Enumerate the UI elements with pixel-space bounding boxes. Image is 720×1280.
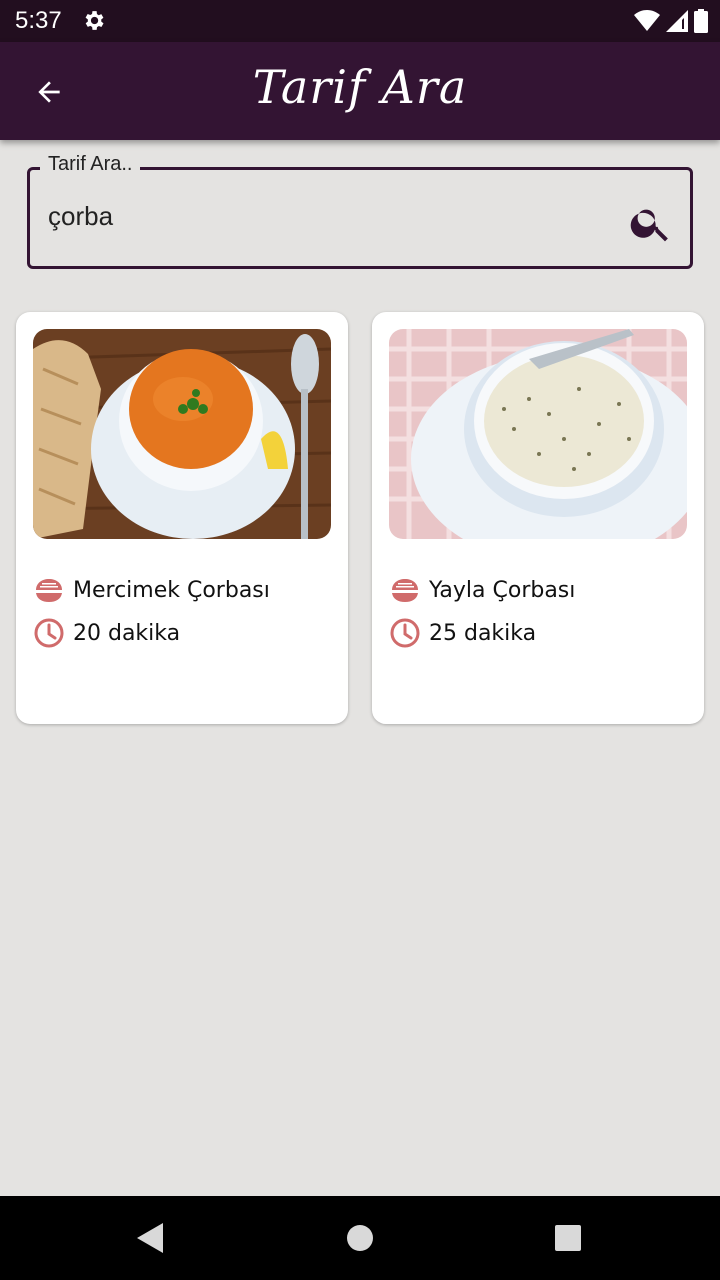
recipe-name: Yayla Çorbası	[429, 577, 576, 603]
recipe-name-row: Mercimek Çorbası	[33, 574, 270, 606]
nav-home-button[interactable]	[340, 1218, 380, 1258]
app-bar: Tarif Ara	[0, 42, 720, 140]
recipe-duration: 20 dakika	[73, 620, 181, 646]
system-nav-bar	[0, 1196, 720, 1280]
search-field-label: Tarif Ara..	[40, 153, 141, 176]
recipe-time-row: 20 dakika	[33, 617, 180, 649]
search-input[interactable]	[48, 196, 608, 236]
battery-icon	[694, 9, 708, 33]
food-bowl-icon	[392, 579, 418, 602]
recipe-name: Mercimek Çorbası	[73, 577, 270, 603]
cell-signal-icon	[666, 10, 688, 32]
recipe-time-row: 25 dakika	[389, 617, 536, 649]
recipe-duration: 25 dakika	[429, 620, 537, 646]
wifi-icon	[634, 10, 660, 31]
clock-icon	[34, 618, 64, 648]
search-field[interactable]	[27, 167, 693, 269]
status-bar: 5:37	[0, 0, 720, 42]
status-time: 5:37	[15, 7, 62, 34]
search-icon[interactable]	[628, 200, 674, 246]
nav-back-button[interactable]	[130, 1218, 170, 1258]
square-recents-icon	[555, 1225, 581, 1251]
status-icons	[634, 8, 708, 34]
recipe-image	[389, 329, 687, 539]
recipe-card[interactable]: Mercimek Çorbası 20 dakika	[16, 312, 348, 724]
food-bowl-icon	[36, 579, 62, 602]
circle-home-icon	[347, 1225, 373, 1251]
recipe-name-row: Yayla Çorbası	[389, 574, 575, 606]
recipe-card[interactable]: Yayla Çorbası 25 dakika	[372, 312, 704, 724]
nav-recents-button[interactable]	[548, 1218, 588, 1258]
page-title: Tarif Ara	[252, 60, 468, 114]
recipe-image	[33, 329, 331, 539]
settings-gear-icon	[85, 11, 104, 30]
clock-icon	[390, 618, 420, 648]
triangle-back-icon	[137, 1223, 163, 1253]
